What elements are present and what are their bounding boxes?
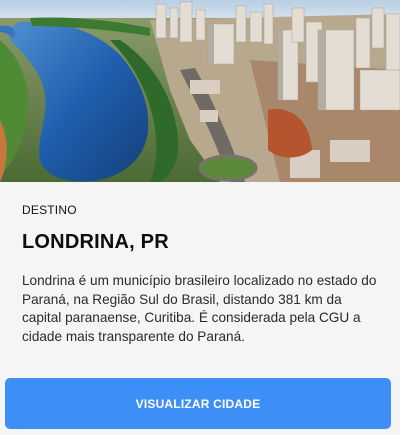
city-photo-illustration (0, 0, 400, 182)
view-city-button[interactable]: VISUALIZAR CIDADE (5, 378, 391, 429)
city-description: Londrina é um município brasileiro local… (22, 273, 377, 344)
category-label: DESTINO (22, 203, 77, 217)
destination-card: DESTINO LONDRINA, PR Londrina é um munic… (0, 0, 400, 435)
city-title: LONDRINA, PR (22, 231, 169, 253)
city-photo (0, 0, 400, 182)
